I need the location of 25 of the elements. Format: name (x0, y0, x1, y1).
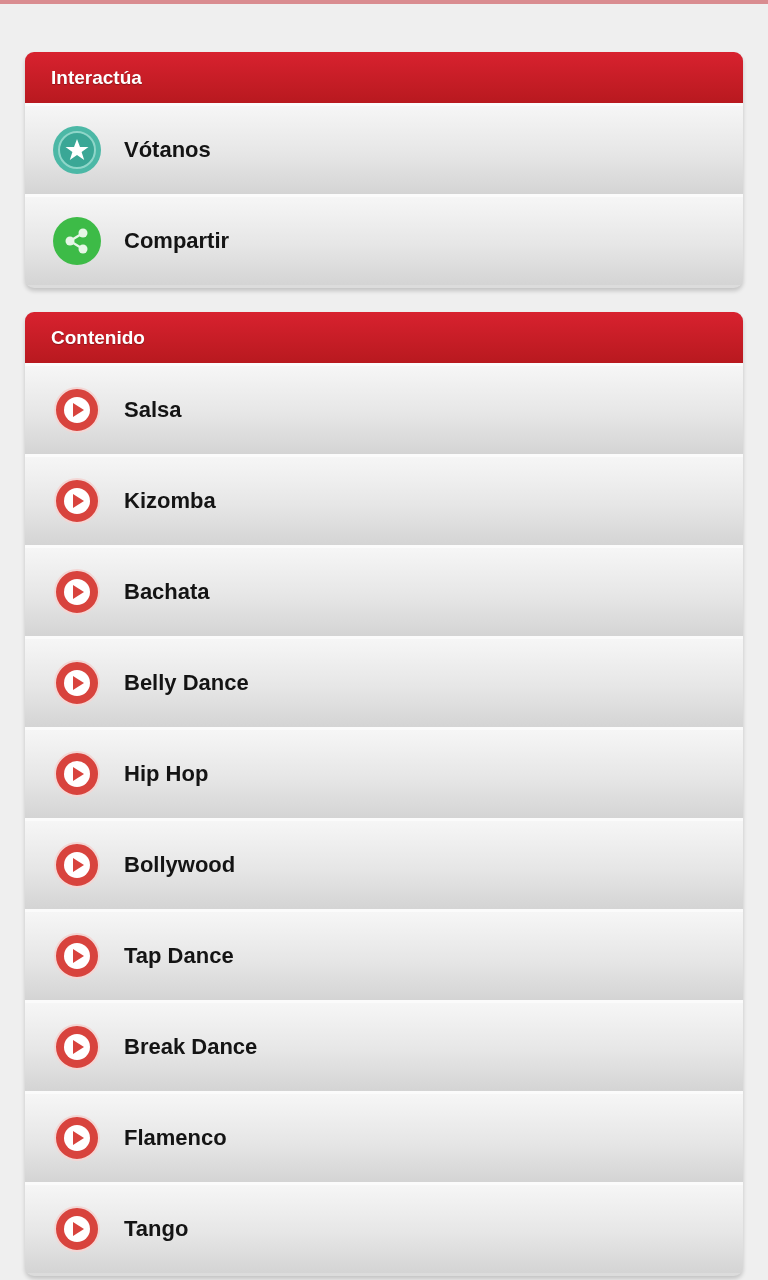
menu-item[interactable]: Break Dance (25, 1000, 743, 1091)
menu-item[interactable]: Belly Dance (25, 636, 743, 727)
section-header: Contenido (25, 312, 743, 363)
play-icon (53, 568, 101, 616)
play-icon (53, 659, 101, 707)
share-icon (53, 217, 101, 265)
menu-item[interactable]: Compartir (25, 194, 743, 285)
play-icon (53, 932, 101, 980)
play-icon (53, 1114, 101, 1162)
menu-item[interactable]: Tap Dance (25, 909, 743, 1000)
play-icon (53, 841, 101, 889)
menu-item[interactable]: Salsa (25, 363, 743, 454)
menu-item[interactable]: Bachata (25, 545, 743, 636)
menu-item[interactable]: Vótanos (25, 103, 743, 194)
menu-item[interactable]: Tango (25, 1182, 743, 1273)
menu-item[interactable]: Bollywood (25, 818, 743, 909)
section-header: Interactúa (25, 52, 743, 103)
play-icon (53, 386, 101, 434)
menu-item[interactable]: Hip Hop (25, 727, 743, 818)
menu-item[interactable]: Kizomba (25, 454, 743, 545)
play-icon (53, 1023, 101, 1071)
play-icon (53, 750, 101, 798)
play-icon (53, 1205, 101, 1253)
menu-item[interactable]: Flamenco (25, 1091, 743, 1182)
play-icon (53, 477, 101, 525)
